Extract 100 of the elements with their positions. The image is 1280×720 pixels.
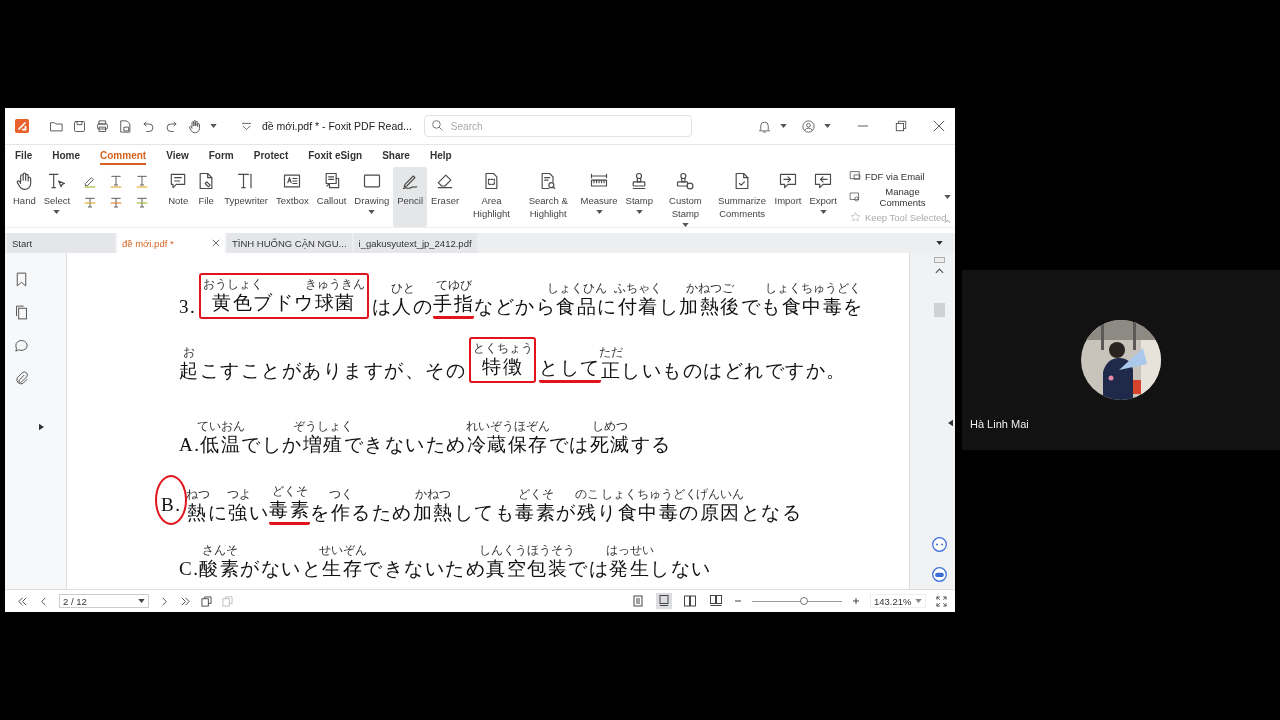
option-text: できないため: [363, 557, 487, 581]
document-tab[interactable]: i_gakusyutext_jp_2412.pdf: [353, 233, 477, 253]
ribbon-button[interactable]: Eraser: [427, 167, 464, 227]
furigana: ていおん: [197, 419, 245, 433]
assistant-icon[interactable]: [931, 566, 948, 583]
paperclip-icon[interactable]: [13, 370, 30, 387]
continuous-page-icon[interactable]: [656, 593, 672, 609]
option-text: い: [248, 502, 270, 525]
save-icon[interactable]: [72, 118, 87, 134]
option-text: C.: [179, 557, 200, 581]
chat-bubble-icon[interactable]: [931, 536, 948, 553]
caret-icon[interactable]: [936, 241, 943, 245]
ribbon-button[interactable]: Textbox: [272, 167, 313, 227]
zoom-out-icon[interactable]: [734, 597, 742, 605]
furigana: げんいん: [696, 487, 745, 501]
ribbon-command[interactable]: Manage Comments: [848, 185, 951, 209]
ribbon-button[interactable]: Stamp: [621, 167, 657, 227]
question-text: 加熱後: [679, 295, 741, 319]
ribbon-button[interactable]: Callout: [312, 167, 351, 227]
bell-icon[interactable]: [757, 118, 772, 134]
menu-tab[interactable]: Form: [208, 147, 234, 165]
expand-arrow-icon[interactable]: [39, 423, 44, 431]
close-icon[interactable]: [933, 120, 945, 132]
scroll-up-icon[interactable]: [934, 268, 945, 274]
ribbon-button[interactable]: Drawing: [350, 167, 394, 227]
zoom-in-icon[interactable]: [852, 597, 860, 605]
question-text: でも: [740, 295, 782, 319]
menu-tab[interactable]: Foxit eSign: [308, 147, 363, 165]
furigana: しょくちゅうどく: [600, 487, 697, 501]
ribbon-button[interactable]: Measure: [576, 167, 622, 227]
option-text: 熱: [187, 501, 208, 525]
two-page-continuous-icon[interactable]: [708, 593, 724, 609]
ribbon-button[interactable]: Export: [805, 167, 841, 227]
search-field[interactable]: Search: [423, 115, 692, 137]
question-text: の: [412, 296, 434, 319]
furigana: しんくうほうそう: [479, 543, 576, 557]
ribbon-button[interactable]: Search & Highlight: [519, 167, 577, 227]
caret-icon: [368, 210, 376, 214]
menu-tab[interactable]: Protect: [253, 147, 289, 165]
text-cursor-icon: [46, 171, 67, 191]
option-text: 食中毒: [617, 501, 680, 525]
hand-icon[interactable]: [187, 118, 202, 134]
pages-icon[interactable]: [13, 304, 30, 321]
caret-icon[interactable]: [210, 124, 217, 128]
scrollbar-thumb[interactable]: [934, 303, 945, 317]
zoom-slider-thumb[interactable]: [800, 596, 809, 605]
question-text: 球菌: [314, 291, 356, 315]
ribbon-button[interactable]: Import: [770, 167, 806, 227]
option-text: 冷蔵保存: [467, 433, 549, 457]
document-tab[interactable]: đề mới.pdf *: [117, 233, 225, 253]
first-page-icon[interactable]: [17, 595, 28, 607]
menu-tab[interactable]: View: [166, 147, 189, 165]
collapse-arrow-icon[interactable]: [948, 418, 953, 427]
comment-icon[interactable]: [13, 337, 30, 354]
print-icon[interactable]: [95, 118, 110, 134]
menu-tab[interactable]: File: [15, 147, 33, 165]
option-text: 生存: [322, 557, 364, 581]
previous-page-icon[interactable]: [38, 595, 49, 607]
ribbon-button[interactable]: Custom Stamp: [657, 167, 714, 227]
fullscreen-icon[interactable]: [936, 595, 947, 607]
participant-name: Hà Linh Mai: [970, 418, 1029, 430]
restore-icon[interactable]: [895, 120, 907, 132]
page-number-field[interactable]: 2 / 12: [59, 594, 149, 608]
menu-tab[interactable]: Home: [52, 147, 81, 165]
ribbon-button[interactable]: Note: [164, 167, 193, 227]
furigana: とくちょう: [472, 341, 533, 355]
caret-icon: [635, 210, 643, 214]
option-text: を: [310, 501, 331, 525]
single-page-icon[interactable]: [630, 593, 646, 609]
document-tab[interactable]: TÌNH HUỐNG CẬN NGU...: [227, 233, 352, 253]
two-page-icon[interactable]: [682, 593, 698, 609]
question-text: に: [597, 295, 618, 319]
document-icon[interactable]: [118, 118, 133, 134]
ribbon-command[interactable]: FDF via Email: [848, 169, 951, 184]
ribbon-button[interactable]: Typewriter: [220, 167, 273, 227]
ribbon-button[interactable]: Area Highlight: [463, 167, 520, 227]
furigana: つく: [329, 487, 354, 501]
document-tab[interactable]: Start: [7, 233, 115, 253]
option-text: 加熱: [412, 501, 454, 525]
furigana: ふちゃく: [614, 281, 663, 295]
last-page-icon[interactable]: [180, 595, 191, 607]
ribbon-button[interactable]: Hand: [9, 167, 40, 227]
close-icon[interactable]: [212, 239, 220, 247]
menu-tab[interactable]: Comment: [100, 147, 147, 165]
ribbon-button[interactable]: Select: [39, 167, 75, 227]
question-text: 黄色: [212, 291, 254, 315]
ribbon-button[interactable]: File: [192, 167, 221, 227]
caret-icon[interactable]: [824, 124, 831, 128]
ribbon-button[interactable]: Summarize Comments: [713, 167, 771, 227]
furigana: しめつ: [592, 419, 629, 433]
copy-page-icon[interactable]: [201, 595, 212, 607]
option-text: 原因: [699, 501, 741, 525]
ribbon-button[interactable]: Pencil: [393, 167, 428, 227]
menu-tab[interactable]: Help: [429, 147, 452, 165]
user-icon[interactable]: [801, 118, 816, 134]
menu-tab[interactable]: Share: [382, 147, 410, 165]
caret-icon[interactable]: [780, 124, 787, 128]
furigana: せいぞん: [318, 543, 367, 557]
next-page-icon[interactable]: [159, 595, 170, 607]
zoom-field[interactable]: 143.21%: [870, 594, 926, 608]
